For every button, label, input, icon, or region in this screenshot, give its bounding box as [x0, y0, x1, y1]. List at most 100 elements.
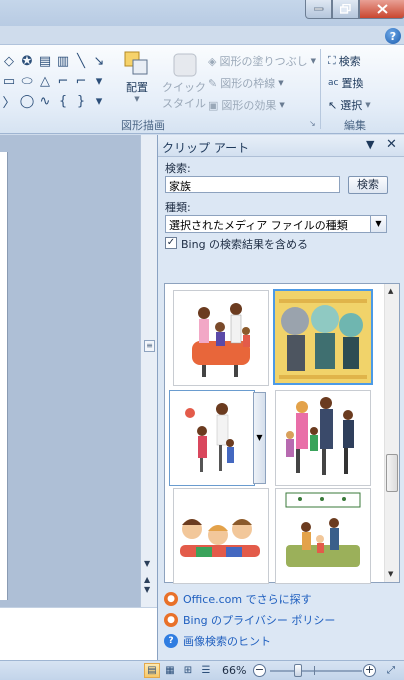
- drawing-group-label: 図形描画: [121, 119, 165, 132]
- scroll-thumb[interactable]: ≡: [144, 340, 155, 352]
- shape-icon-chevron[interactable]: 〉: [0, 91, 18, 111]
- shape-icon-bracket-open[interactable]: {: [54, 91, 72, 111]
- minimize-button[interactable]: [305, 0, 332, 19]
- replace-button[interactable]: ac 置換: [328, 75, 363, 91]
- help-icon: ?: [389, 29, 397, 43]
- zoom-out-icon[interactable]: −: [253, 664, 266, 677]
- shapes-gallery[interactable]: ◇ ✪ ▤ ▥ ╲ ↘ ▭ ⬭ △ ⌐ ⌐ ▾ 〉 ◯ ∿ { } ▾: [0, 51, 108, 111]
- zoom-level[interactable]: 66%: [222, 664, 246, 677]
- family-clipart-3[interactable]: [169, 390, 255, 486]
- media-type-value: 選択されたメディア ファイルの種類: [169, 219, 348, 232]
- shape-outline-button[interactable]: ✎ 図形の枠線 ▼: [208, 75, 284, 91]
- document-area: [0, 135, 140, 645]
- shape-icon-expand[interactable]: ▾: [90, 91, 108, 111]
- shape-effects-button[interactable]: ▣ 図形の効果 ▼: [208, 97, 285, 113]
- results-scroll-down-icon[interactable]: ▼: [388, 570, 393, 578]
- shape-effects-dropdown-icon: ▼: [279, 101, 285, 109]
- family-clipart-4-image: [286, 397, 354, 475]
- full-screen-view-icon[interactable]: ▦: [162, 663, 178, 678]
- arrange-dropdown-icon: ▼: [134, 95, 140, 103]
- arrange-button[interactable]: 配置 ▼: [122, 49, 152, 103]
- select-label: 選択: [340, 99, 363, 112]
- outline-view-icon[interactable]: ☰: [198, 663, 214, 678]
- shape-icon-line[interactable]: ╲: [72, 51, 90, 71]
- shape-icon-connector[interactable]: ⌐: [54, 71, 72, 91]
- family-clipart-1[interactable]: [173, 290, 269, 386]
- status-bar: ▤ ▦ ⊞ ☰ 66% − + ⤢: [0, 660, 404, 680]
- shape-icon-curve[interactable]: ∿: [36, 91, 54, 111]
- link-bing-privacy[interactable]: ● Bing のプライバシー ポリシー: [164, 612, 335, 628]
- replace-icon: ac: [328, 78, 339, 88]
- link-search-tips[interactable]: ? 画像検索のヒント: [164, 633, 271, 649]
- shape-fill-button[interactable]: ◈ 図形の塗りつぶし ▼: [208, 53, 316, 69]
- next-page-icon[interactable]: ▼: [144, 585, 150, 594]
- group-separator: [320, 49, 321, 129]
- paint-bucket-icon: ◈: [208, 54, 217, 68]
- pane-close-icon[interactable]: ✕: [386, 137, 397, 152]
- find-button[interactable]: ⛶ 検索: [328, 53, 361, 69]
- shape-outline-dropdown-icon: ▼: [278, 79, 284, 87]
- shape-icon-vtext[interactable]: ▥: [54, 51, 72, 71]
- scroll-down-icon[interactable]: ▼: [144, 559, 150, 568]
- results-scroll-up-icon[interactable]: ▲: [388, 287, 393, 295]
- shape-icon-oval[interactable]: ⬭: [18, 71, 36, 91]
- family-clipart-6[interactable]: [275, 488, 371, 584]
- shape-icon-rect[interactable]: ▭: [0, 71, 18, 91]
- type-label: 種類:: [165, 201, 191, 214]
- family-clipart-5[interactable]: [173, 488, 269, 584]
- ribbon: ◇ ✪ ▤ ▥ ╲ ↘ ▭ ⬭ △ ⌐ ⌐ ▾ 〉 ◯ ∿ { } ▾ 配置 ▼…: [0, 44, 404, 134]
- media-type-select[interactable]: 選択されたメディア ファイルの種類 ▼: [165, 215, 387, 233]
- family-clipart-3-image: [185, 403, 234, 472]
- pane-title: クリップ アート: [162, 141, 250, 155]
- shape-icon-arrow[interactable]: ↘: [90, 51, 108, 71]
- quick-styles-button[interactable]: クイック スタイル: [162, 49, 206, 111]
- replace-label: 置換: [341, 77, 364, 90]
- dialog-launcher-icon[interactable]: ↘: [309, 119, 316, 128]
- binoculars-icon: ⛶: [328, 54, 336, 67]
- shape-outline-label: 図形の枠線: [220, 77, 276, 90]
- window-controls: [305, 0, 404, 19]
- quick-styles-label-1: クイック: [162, 81, 206, 94]
- pane-header: クリップ アート ▼ ✕: [158, 135, 404, 157]
- chevron-down-icon[interactable]: ▼: [370, 216, 386, 232]
- prev-page-icon[interactable]: ▲: [144, 575, 150, 584]
- clip-art-pane: クリップ アート ▼ ✕ 検索: 家族 検索 種類: 選択されたメディア ファイ…: [157, 135, 404, 660]
- zoom-track[interactable]: [270, 670, 362, 672]
- search-input[interactable]: 家族: [165, 176, 340, 193]
- pane-menu-icon[interactable]: ▼: [366, 138, 374, 151]
- select-button[interactable]: ↖ 選択 ▼: [328, 97, 371, 113]
- document-scrollbar[interactable]: ≡ ▼ ▲ ▼: [140, 135, 157, 607]
- shape-icon-more[interactable]: ▾: [90, 71, 108, 91]
- help-button[interactable]: ?: [385, 28, 401, 44]
- fit-window-icon[interactable]: ⤢: [383, 663, 399, 678]
- family-clipart-1-image: [192, 303, 250, 377]
- editing-group-label: 編集: [344, 119, 366, 132]
- shape-icon-diamond[interactable]: ◇: [0, 51, 18, 71]
- office-icon: ●: [164, 592, 178, 606]
- shape-icon-bracket-close[interactable]: }: [72, 91, 90, 111]
- shape-icon-elbow[interactable]: ⌐: [72, 71, 90, 91]
- clipart-options-dropdown[interactable]: ▼: [253, 392, 266, 484]
- family-clipart-2[interactable]: [273, 289, 373, 385]
- print-layout-view-icon[interactable]: ▤: [144, 663, 160, 678]
- family-clipart-5-image: [180, 519, 260, 557]
- bing-checkbox[interactable]: ✓: [165, 237, 177, 249]
- shape-icon-callout[interactable]: ◯: [18, 91, 36, 111]
- shape-icon-textbox[interactable]: ▤: [36, 51, 54, 71]
- shape-fill-label: 図形の塗りつぶし: [219, 55, 308, 68]
- close-window-button[interactable]: [359, 0, 404, 19]
- web-layout-view-icon[interactable]: ⊞: [180, 663, 196, 678]
- results-scrollbar[interactable]: ▲ ▼: [384, 284, 399, 582]
- restore-button[interactable]: [332, 0, 359, 19]
- shape-icon-triangle[interactable]: △: [36, 71, 54, 91]
- link-office-more[interactable]: ● Office.com でさらに探す: [164, 591, 312, 607]
- document-page[interactable]: [0, 152, 8, 600]
- shape-icon-star[interactable]: ✪: [18, 51, 36, 71]
- find-label: 検索: [338, 55, 361, 68]
- cursor-icon: ↖: [328, 98, 338, 112]
- results-scroll-thumb[interactable]: [386, 454, 398, 492]
- search-button[interactable]: 検索: [348, 176, 388, 194]
- zoom-in-icon[interactable]: +: [363, 664, 376, 677]
- zoom-slider[interactable]: [294, 664, 302, 677]
- family-clipart-4[interactable]: [275, 390, 371, 486]
